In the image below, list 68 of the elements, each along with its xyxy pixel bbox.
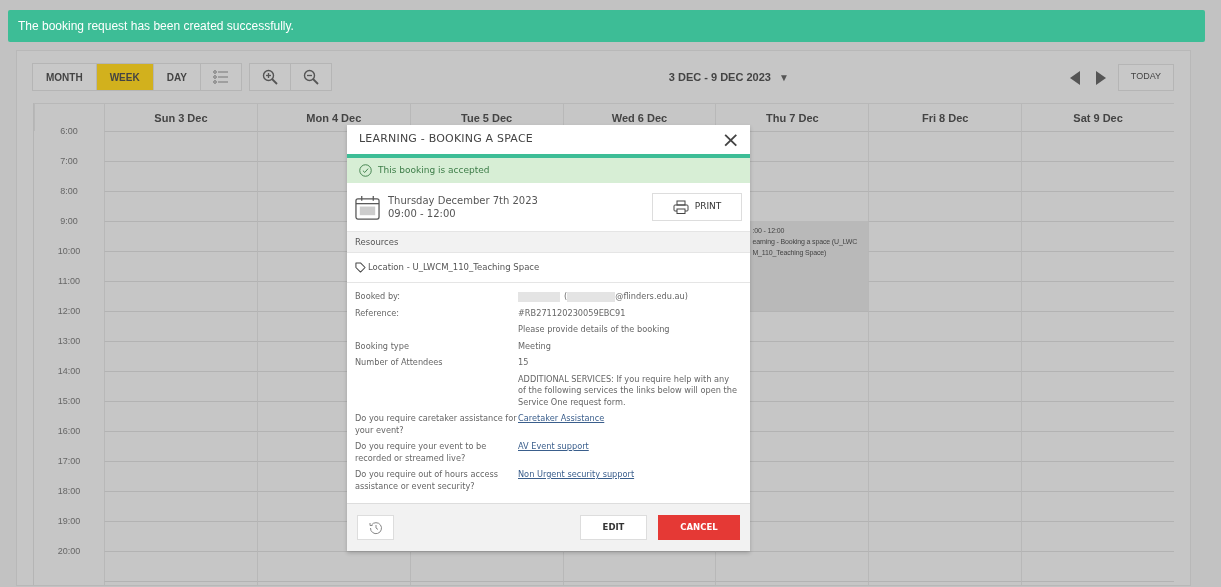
zoom-out-icon: [302, 69, 319, 85]
detail-label: Number of Attendees: [355, 357, 444, 369]
calendar-icon: [355, 194, 380, 220]
history-icon: [368, 520, 383, 535]
detail-label: Booked by:: [355, 291, 402, 303]
detail-label: Reference:: [355, 307, 400, 319]
detail-value: @flinders.edu.au): [615, 291, 688, 303]
time-label: 12:00: [56, 305, 82, 317]
service-link[interactable]: Non Urgent security support: [518, 469, 635, 479]
time-label: 9:00: [59, 215, 79, 227]
time-label: 11:00: [57, 275, 81, 287]
service-link[interactable]: AV Event support: [518, 441, 589, 451]
booking-time: 09:00 - 12:00: [388, 207, 457, 220]
check-circle-icon: [359, 164, 372, 177]
detail-value: Meeting: [518, 340, 552, 352]
zoom-out-button[interactable]: [289, 63, 332, 91]
time-label: 14:00: [56, 365, 82, 377]
list-view-button[interactable]: [199, 63, 242, 91]
printer-icon: [672, 200, 689, 214]
detail-label: Do you require caretaker assistance for your event?: [355, 413, 518, 436]
detail-label: Do you require your event to be recorded or streamed live?: [355, 441, 488, 464]
redacted-block: [567, 291, 616, 302]
day-header: Sat 9 Dec: [1021, 103, 1174, 131]
time-label: 20:00: [56, 545, 82, 557]
day-header: Fri 8 Dec: [868, 103, 1022, 131]
time-label: 13:00: [56, 335, 82, 347]
view-tab[interactable]: WEEK: [95, 63, 154, 91]
resources-heading: Resources: [347, 231, 750, 252]
day-header: Sun 3 Dec: [104, 103, 257, 131]
view-tab[interactable]: DAY: [152, 63, 201, 91]
detail-value: #RB271120230059EBC91: [518, 307, 627, 319]
detail-value: (: [564, 291, 568, 303]
print-button[interactable]: PRINT: [652, 193, 742, 221]
dialog-title: LEARNING - BOOKING A SPACE: [359, 131, 533, 148]
right-triangle-icon: [1095, 70, 1106, 85]
edit-button[interactable]: EDIT: [580, 515, 647, 540]
time-label: 15:00: [56, 395, 82, 407]
service-link[interactable]: Caretaker Assistance: [518, 413, 605, 423]
time-label: 17:00: [56, 455, 82, 467]
tag-icon: [355, 262, 366, 273]
view-tab[interactable]: MONTH: [32, 63, 97, 91]
history-button[interactable]: [357, 515, 394, 540]
zoom-in-icon: [261, 69, 278, 85]
redacted-block: [518, 291, 560, 302]
date-range: 3 DEC - 9 DEC 2023: [668, 69, 771, 85]
success-alert: The booking request has been created successfully.: [8, 10, 1205, 42]
detail-value: ADDITIONAL SERVICES: If you require help with any of the following services the links below will open the Service One request form.: [518, 373, 738, 408]
time-label: 18:00: [56, 485, 82, 497]
cancel-button[interactable]: CANCEL: [658, 515, 740, 540]
date-range-dropdown[interactable]: ▼: [778, 69, 789, 85]
left-triangle-icon: [1069, 70, 1080, 85]
detail-value: 15: [518, 357, 530, 369]
time-label: 19:00: [56, 515, 82, 527]
time-label: 7:00: [59, 155, 79, 167]
zoom-in-button[interactable]: [248, 63, 291, 91]
time-label: 16:00: [56, 425, 82, 437]
time-label: 6:00: [59, 125, 79, 137]
detail-label: Do you require out of hours access assistance or event security?: [355, 469, 499, 492]
time-label: 10:00: [56, 245, 82, 257]
location-text: Location - U_LWCM_110_Teaching Space: [368, 261, 540, 274]
detail-value: Please provide details of the booking: [518, 324, 671, 336]
list-icon: [212, 70, 229, 84]
close-button[interactable]: ×: [721, 128, 740, 151]
time-label: 8:00: [59, 185, 79, 197]
today-button[interactable]: TODAY: [1117, 63, 1174, 91]
detail-label: Booking type: [355, 340, 410, 352]
booking-date: Thursday December 7th 2023: [388, 194, 538, 207]
status-text: This booking is accepted: [378, 163, 490, 177]
